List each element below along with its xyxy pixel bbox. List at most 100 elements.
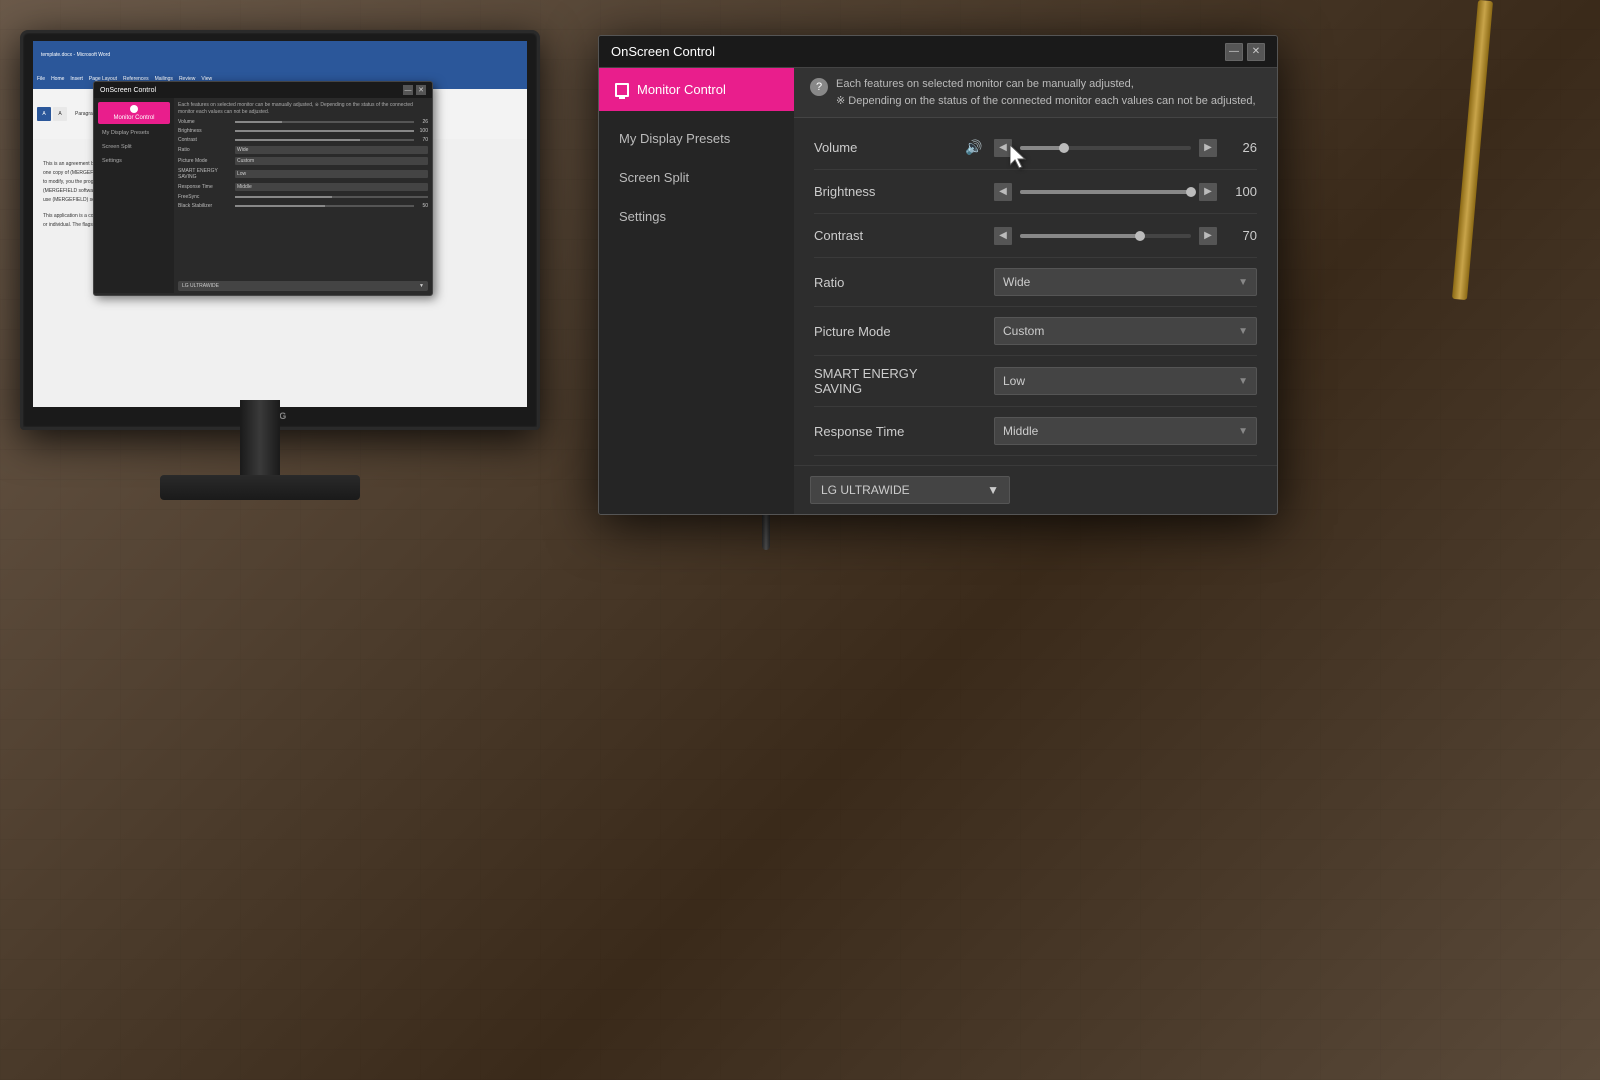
contrast-icon — [964, 226, 984, 246]
small-osc-content: Each features on selected monitor can be… — [174, 98, 432, 293]
small-freesync-slider[interactable] — [235, 196, 428, 198]
small-brightness-slider[interactable] — [235, 130, 414, 132]
sidebar-item-display-presets[interactable]: My Display Presets — [599, 119, 794, 158]
volume-slider-track[interactable] — [1020, 146, 1191, 150]
small-freesync-label: FreeSync — [178, 194, 233, 200]
small-response-row: Response Time Middle — [178, 183, 428, 191]
sidebar-item-settings[interactable]: Settings — [599, 197, 794, 236]
brightness-row: Brightness ◀ ▶ 100 — [814, 170, 1257, 214]
picture-mode-label: Picture Mode — [814, 324, 954, 339]
small-osc-titlebar: OnScreen Control — ✕ — [94, 82, 432, 98]
contrast-value: 70 — [1227, 228, 1257, 243]
info-icon: ? — [810, 78, 828, 96]
lg-monitor: template.docx - Microsoft Word File Home… — [0, 0, 570, 600]
device-selector[interactable]: LG ULTRAWIDE ▼ — [810, 476, 1010, 504]
main-osc-right: ? Each features on selected monitor can … — [794, 68, 1277, 514]
volume-label: Volume — [814, 140, 954, 155]
brightness-value: 100 — [1227, 184, 1257, 199]
smart-energy-label: SMART ENERGY SAVING — [814, 366, 954, 396]
volume-row: Volume 🔊 ◀ ▶ 26 — [814, 126, 1257, 170]
small-brightness-value: 100 — [416, 128, 428, 134]
small-onscreen-control[interactable]: OnScreen Control — ✕ Monitor Control My … — [93, 81, 433, 296]
small-volume-value: 26 — [416, 119, 428, 125]
brightness-slider-container: ◀ ▶ — [994, 183, 1217, 201]
smart-energy-icon — [964, 371, 984, 391]
small-volume-slider[interactable] — [235, 121, 414, 123]
info-text: Each features on selected monitor can be… — [836, 76, 1256, 109]
main-osc-sidebar: Monitor Control My Display Presets Scree… — [599, 68, 794, 514]
small-info-text: Each features on selected monitor can be… — [178, 102, 428, 115]
response-time-row: Response Time Middle ▼ — [814, 407, 1257, 456]
small-osc-sidebar: Monitor Control My Display Presets Scree… — [94, 98, 174, 293]
small-energy-select[interactable]: Low — [235, 170, 428, 178]
brightness-increase-btn[interactable]: ▶ — [1199, 183, 1217, 201]
small-picture-row: Picture Mode Custom — [178, 157, 428, 165]
small-minimize-btn[interactable]: — — [403, 85, 413, 95]
contrast-slider-fill — [1020, 234, 1140, 238]
small-freesync-row: FreeSync — [178, 194, 428, 200]
small-black-value: 50 — [416, 203, 428, 209]
sidebar-nav: My Display Presets Screen Split Settings — [599, 111, 794, 244]
small-ratio-row: Ratio Wide — [178, 146, 428, 154]
picture-mode-dropdown[interactable]: Custom ▼ — [994, 317, 1257, 345]
small-display-presets-nav[interactable]: My Display Presets — [98, 127, 170, 139]
small-black-row: Black Stabilizer 50 — [178, 203, 428, 209]
contrast-slider-thumb[interactable] — [1135, 231, 1145, 241]
brightness-slider-fill — [1020, 190, 1191, 194]
smart-energy-dropdown-arrow: ▼ — [1238, 376, 1248, 387]
brightness-slider-track[interactable] — [1020, 190, 1191, 194]
volume-icon: 🔊 — [964, 138, 984, 158]
small-monitor-control-btn[interactable]: Monitor Control — [98, 102, 170, 124]
small-black-slider[interactable] — [235, 205, 414, 207]
brightness-decrease-btn[interactable]: ◀ — [994, 183, 1012, 201]
small-contrast-value: 70 — [416, 137, 428, 143]
main-osc-titlebar: OnScreen Control — ✕ — [599, 36, 1277, 68]
volume-slider-container: ◀ ▶ — [994, 139, 1217, 157]
contrast-increase-btn[interactable]: ▶ — [1199, 227, 1217, 245]
osc-footer: LG ULTRAWIDE ▼ — [794, 465, 1277, 514]
ratio-icon — [964, 272, 984, 292]
monitor-control-button[interactable]: Monitor Control — [599, 68, 794, 111]
response-time-dropdown[interactable]: Middle ▼ — [994, 417, 1257, 445]
volume-increase-btn[interactable]: ▶ — [1199, 139, 1217, 157]
small-black-label: Black Stabilizer — [178, 203, 233, 209]
small-settings-nav[interactable]: Settings — [98, 155, 170, 167]
monitor-screen: template.docx - Microsoft Word File Home… — [33, 41, 527, 407]
small-volume-label: Volume — [178, 119, 233, 125]
brightness-slider-thumb[interactable] — [1186, 187, 1196, 197]
small-picture-select[interactable]: Custom — [235, 157, 428, 165]
response-time-label: Response Time — [814, 424, 954, 439]
word-toolbar: template.docx - Microsoft Word — [33, 41, 527, 69]
brightness-icon — [964, 182, 984, 202]
volume-slider-thumb[interactable] — [1059, 143, 1069, 153]
volume-decrease-btn[interactable]: ◀ — [994, 139, 1012, 157]
device-dropdown-arrow: ▼ — [987, 483, 999, 497]
contrast-slider-track[interactable] — [1020, 234, 1191, 238]
smart-energy-dropdown[interactable]: Low ▼ — [994, 367, 1257, 395]
main-osc-body: Monitor Control My Display Presets Scree… — [599, 68, 1277, 514]
small-ratio-select[interactable]: Wide — [235, 146, 428, 154]
small-brightness-label: Brightness — [178, 128, 233, 134]
ratio-dropdown[interactable]: Wide ▼ — [994, 268, 1257, 296]
picture-mode-icon — [964, 321, 984, 341]
sidebar-item-screen-split[interactable]: Screen Split — [599, 158, 794, 197]
small-device-selector[interactable]: LG ULTRAWIDE ▼ — [178, 281, 428, 291]
titlebar-controls: — ✕ — [1225, 43, 1265, 61]
main-onscreen-control[interactable]: OnScreen Control — ✕ Monitor Control My … — [598, 35, 1278, 515]
contrast-decrease-btn[interactable]: ◀ — [994, 227, 1012, 245]
small-energy-label: SMART ENERGY SAVING — [178, 168, 233, 180]
smart-energy-row: SMART ENERGY SAVING Low ▼ — [814, 356, 1257, 407]
close-button[interactable]: ✕ — [1247, 43, 1265, 61]
small-ratio-label: Ratio — [178, 147, 233, 153]
small-contrast-slider[interactable] — [235, 139, 414, 141]
contrast-slider-container: ◀ ▶ — [994, 227, 1217, 245]
small-osc-footer: LG ULTRAWIDE ▼ — [178, 281, 428, 291]
small-close-btn[interactable]: ✕ — [416, 85, 426, 95]
minimize-button[interactable]: — — [1225, 43, 1243, 61]
ratio-row: Ratio Wide ▼ — [814, 258, 1257, 307]
small-response-select[interactable]: Middle — [235, 183, 428, 191]
main-osc-title: OnScreen Control — [611, 44, 715, 59]
brightness-label: Brightness — [814, 184, 954, 199]
small-osc-body: Monitor Control My Display Presets Scree… — [94, 98, 432, 293]
small-screen-split-nav[interactable]: Screen Split — [98, 141, 170, 153]
